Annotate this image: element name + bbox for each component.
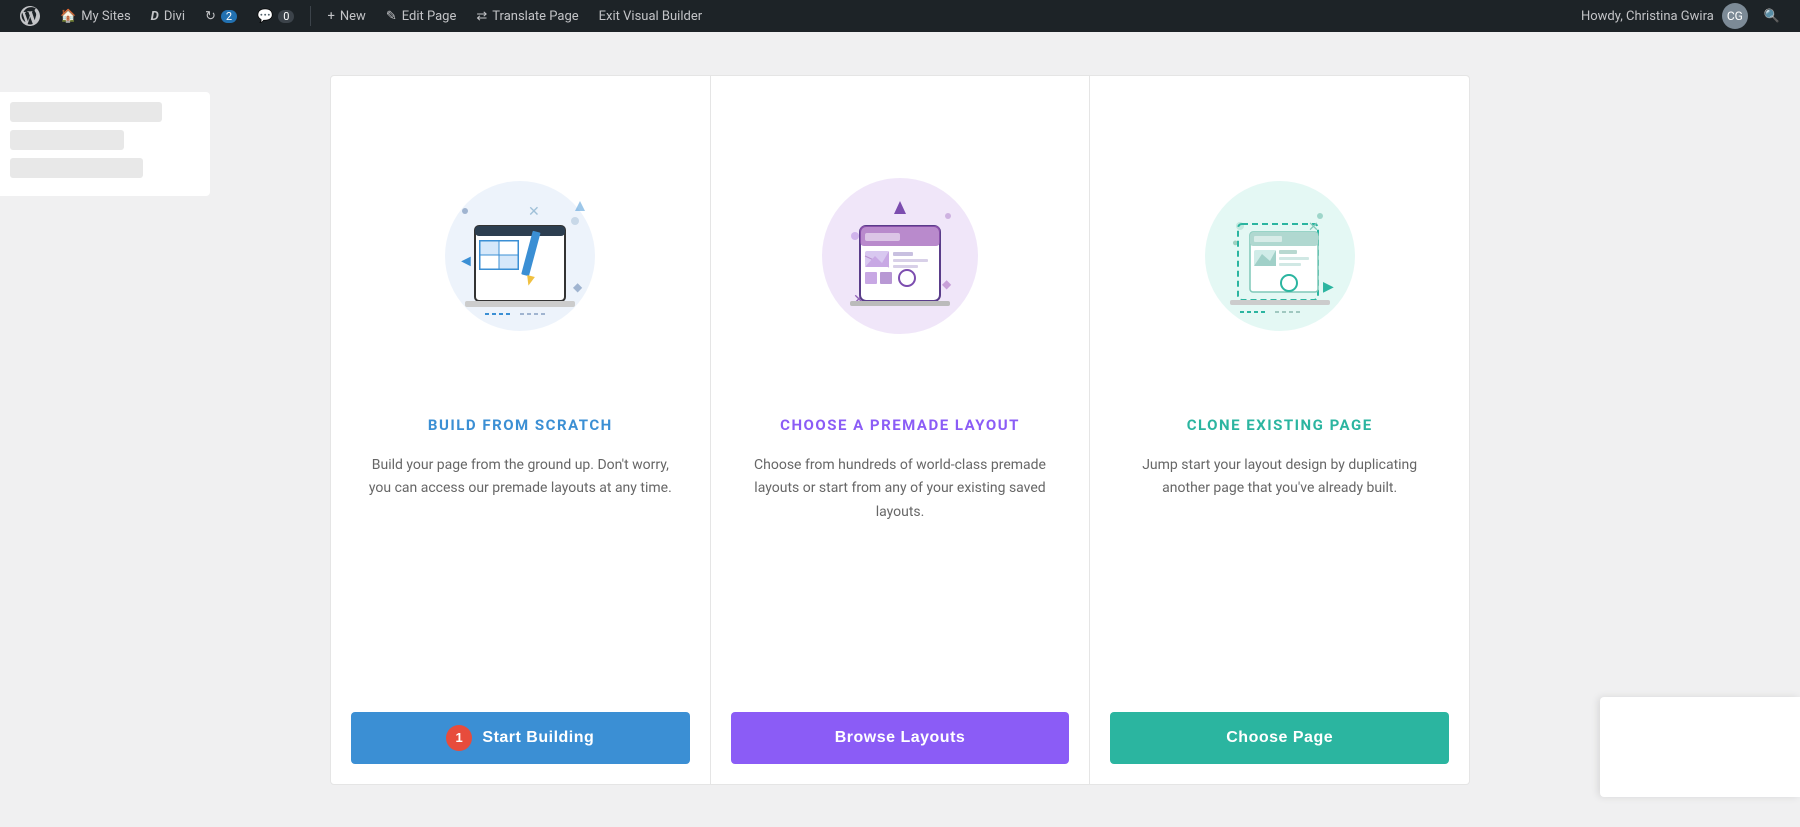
edit-icon: ✎ — [386, 9, 397, 24]
choose-page-label: Choose Page — [1226, 729, 1333, 747]
translate-icon: ⇄ — [476, 9, 487, 24]
card-footer-build: 1 Start Building — [331, 712, 710, 784]
build-svg: ◄ ◆ — [420, 136, 620, 356]
card-desc-premade: Choose from hundreds of world-class prem… — [711, 454, 1090, 712]
browse-layouts-button[interactable]: Browse Layouts — [731, 712, 1070, 764]
divi-label: Divi — [164, 9, 185, 24]
sidebar-row — [10, 130, 124, 150]
premade-svg: ◆ ✕ — [800, 136, 1000, 356]
browse-layouts-label: Browse Layouts — [835, 729, 966, 747]
svg-text:▶: ▶ — [1323, 279, 1334, 295]
translate-label: Translate Page — [492, 9, 578, 24]
divider — [310, 6, 311, 26]
svg-text:✕: ✕ — [1308, 220, 1319, 235]
plus-icon: + — [327, 9, 334, 24]
my-sites-label: My Sites — [81, 9, 130, 24]
clone-illustration: ▶ ● — [1090, 76, 1469, 416]
clone-svg: ▶ ● — [1180, 136, 1380, 356]
home-icon: 🏠 — [60, 9, 76, 24]
edit-page-label: Edit Page — [402, 9, 457, 24]
premade-illustration: ◆ ✕ — [711, 76, 1090, 416]
divi-menu[interactable]: D Divi — [143, 0, 193, 32]
admin-bar-right: Howdy, Christina Gwira CG 🔍 — [1581, 3, 1788, 29]
sidebar-panel — [0, 92, 210, 196]
card-footer-premade: Browse Layouts — [711, 712, 1090, 784]
comments-icon: 💬 — [257, 9, 273, 24]
card-title-clone: CLONE EXISTING PAGE — [1187, 416, 1373, 434]
sidebar-hint — [0, 32, 220, 827]
card-desc-clone: Jump start your layout design by duplica… — [1090, 454, 1469, 712]
search-icon[interactable]: 🔍 — [1756, 9, 1788, 24]
updates-menu[interactable]: ↻ 2 — [197, 0, 245, 32]
new-label: New — [340, 9, 366, 24]
exit-visual-builder[interactable]: Exit Visual Builder — [591, 0, 710, 32]
card-title-premade: CHOOSE A PREMADE LAYOUT — [780, 416, 1020, 434]
svg-text:◆: ◆ — [942, 277, 952, 291]
comments-menu[interactable]: 💬 0 — [249, 0, 302, 32]
translate-page-menu[interactable]: ⇄ Translate Page — [468, 0, 586, 32]
card-footer-clone: Choose Page — [1090, 712, 1469, 784]
card-desc-build: Build your page from the ground up. Don'… — [331, 454, 710, 712]
start-building-label: Start Building — [482, 729, 594, 747]
comments-badge: 0 — [278, 10, 294, 23]
my-sites-menu[interactable]: 🏠 My Sites — [52, 0, 139, 32]
new-menu[interactable]: + New — [319, 0, 373, 32]
wordpress-icon — [20, 6, 40, 26]
build-from-scratch-card: ◄ ◆ — [330, 75, 711, 785]
updates-badge: 2 — [221, 10, 237, 23]
edit-page-menu[interactable]: ✎ Edit Page — [378, 0, 465, 32]
user-greeting: Howdy, Christina Gwira — [1581, 9, 1714, 24]
divi-icon: D — [151, 9, 159, 24]
sidebar-row — [10, 158, 143, 178]
avatar[interactable]: CG — [1722, 3, 1748, 29]
clone-existing-card: ▶ ● — [1090, 75, 1470, 785]
main-content: ◄ ◆ — [0, 32, 1800, 827]
svg-text:✕: ✕ — [528, 204, 540, 220]
svg-text:◆: ◆ — [573, 280, 583, 294]
wp-logo[interactable] — [12, 0, 48, 32]
right-hint-panel — [1600, 697, 1800, 797]
updates-icon: ↻ — [205, 9, 216, 24]
start-building-button[interactable]: 1 Start Building — [351, 712, 690, 764]
choose-premade-card: ◆ ✕ — [711, 75, 1091, 785]
sidebar-row — [10, 102, 162, 122]
card-title-build: BUILD FROM SCRATCH — [428, 416, 613, 434]
choose-page-button[interactable]: Choose Page — [1110, 712, 1449, 764]
btn-badge: 1 — [446, 725, 472, 751]
build-illustration: ◄ ◆ — [331, 76, 710, 416]
exit-label: Exit Visual Builder — [599, 9, 702, 24]
admin-bar: 🏠 My Sites D Divi ↻ 2 💬 0 + New ✎ Edit P… — [0, 0, 1800, 32]
cards-container: ◄ ◆ — [330, 75, 1470, 785]
svg-text:◄: ◄ — [458, 251, 474, 270]
